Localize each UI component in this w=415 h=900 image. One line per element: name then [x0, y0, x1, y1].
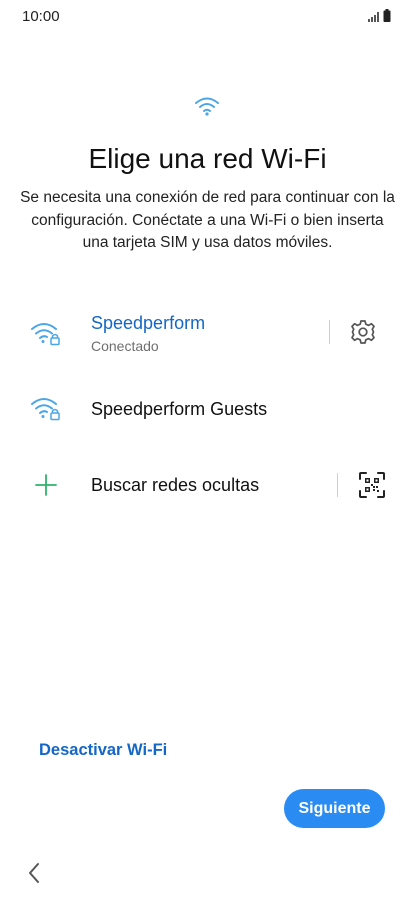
- next-button[interactable]: Siguiente: [284, 789, 385, 828]
- page-subtitle: Se necesita una conexión de red para con…: [20, 189, 395, 251]
- network-name: Speedperform: [91, 313, 206, 333]
- divider: [337, 473, 338, 497]
- wifi-lock-icon: [31, 398, 60, 421]
- search-hidden-networks-label: Buscar redes ocultas: [91, 475, 260, 495]
- wifi-icon: [195, 97, 219, 116]
- network-row-speedperform[interactable]: Speedperform Conectado: [0, 300, 415, 364]
- search-hidden-networks-row[interactable]: Buscar redes ocultas: [0, 454, 415, 518]
- divider: [329, 320, 330, 344]
- battery-icon: [383, 9, 391, 22]
- status-icons: [368, 9, 391, 22]
- status-bar: 10:00: [0, 0, 415, 34]
- deactivate-wifi-button[interactable]: Desactivar Wi-Fi: [39, 741, 167, 760]
- network-row-speedperform-guests[interactable]: Speedperform Guests: [0, 378, 415, 442]
- status-time: 10:00: [22, 8, 60, 25]
- signal-icon: [368, 12, 379, 22]
- page-title: Elige una red Wi-Fi: [88, 143, 327, 174]
- wifi-lock-icon: [31, 323, 60, 346]
- gear-icon[interactable]: [350, 319, 376, 345]
- network-status: Conectado: [91, 338, 159, 354]
- chevron-left-icon[interactable]: [26, 862, 42, 884]
- plus-icon: [35, 474, 57, 496]
- qr-code-icon[interactable]: [358, 471, 386, 499]
- network-name: Speedperform Guests: [91, 399, 268, 419]
